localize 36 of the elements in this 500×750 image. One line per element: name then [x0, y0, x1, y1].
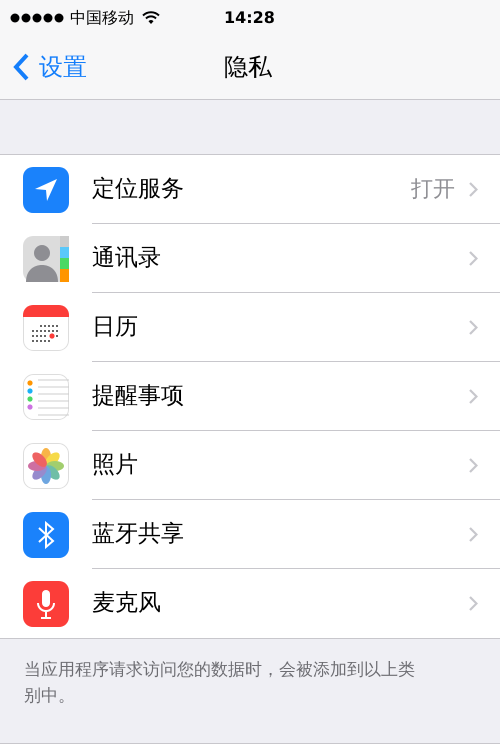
carrier-name: 中国移动 [70, 6, 134, 28]
settings-row[interactable]: 照片 [0, 431, 500, 500]
settings-row[interactable]: 麦克风 [0, 569, 500, 638]
reminders-list-icon [23, 374, 69, 420]
wifi-icon [142, 11, 160, 24]
calendar-icon [23, 304, 69, 350]
settings-row[interactable]: 提醒事项 [0, 362, 500, 431]
chevron-icon [469, 182, 478, 196]
chevron-icon [469, 250, 478, 266]
microphone-icon [23, 580, 69, 626]
footer-note: 当应用程序请求访问您的数据时，会被添加到以上类别中。 [24, 659, 416, 708]
row-value: 打开 [411, 176, 455, 204]
chevron-icon [469, 596, 478, 611]
back-chevron-icon [13, 53, 29, 81]
clock-time: 14:28 [224, 6, 275, 28]
row-label: 蓝牙共享 [92, 520, 185, 549]
settings-row[interactable]: 日历 [0, 293, 500, 362]
settings-row[interactable]: 定位服务 打开 [0, 155, 500, 224]
chevron-icon [469, 388, 478, 404]
row-label: 麦克风 [92, 589, 162, 618]
row-label: 定位服务 [92, 174, 185, 204]
row-label: 日历 [92, 312, 139, 342]
signal-icon [10, 12, 66, 22]
row-label: 通讯录 [92, 244, 162, 273]
settings-row[interactable]: 通讯录 [0, 224, 500, 293]
page-title: 隐私 [224, 52, 272, 83]
chevron-icon [469, 526, 478, 542]
contacts-icon [23, 236, 69, 282]
row-label: 照片 [92, 450, 139, 480]
row-label: 提醒事项 [92, 382, 185, 411]
chevron-icon [469, 320, 478, 334]
back-button[interactable]: 设置 [0, 49, 87, 85]
bluetooth-icon [23, 512, 69, 558]
settings-row[interactable]: 蓝牙共享 [0, 500, 500, 569]
flower-icon [23, 442, 69, 488]
chevron-icon [469, 458, 478, 472]
